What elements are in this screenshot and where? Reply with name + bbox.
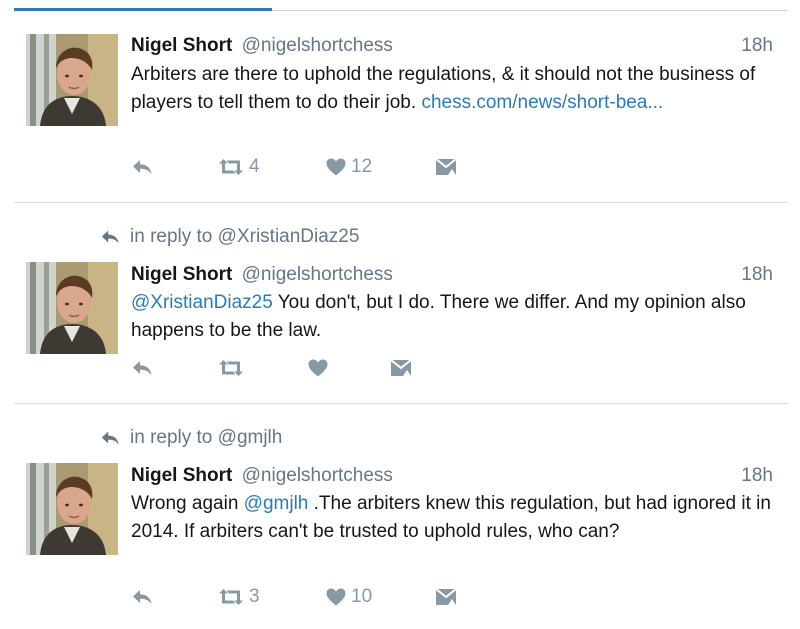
retweet-count: 3 [249, 586, 260, 607]
envelope-icon [435, 588, 457, 606]
retweet-button[interactable]: 3 [218, 584, 260, 610]
user-handle[interactable]: @nigelshortchess [242, 35, 393, 56]
retweet-icon [218, 588, 244, 606]
reply-arrow-icon [131, 158, 153, 176]
retweet-button[interactable] [218, 355, 249, 381]
mention-link[interactable]: @XristianDiaz25 [131, 292, 273, 313]
envelope-icon [390, 359, 412, 377]
tweet-1[interactable]: Nigel Short @nigelshortchess 18h Arbiter… [0, 0, 800, 202]
reply-context[interactable]: in reply to @XristianDiaz25 [100, 224, 359, 250]
envelope-icon [435, 158, 457, 176]
like-count: 10 [351, 586, 373, 607]
tweet-3[interactable]: in reply to @gmjlh Nigel Short @nigelsho… [0, 404, 800, 629]
like-count: 12 [351, 156, 373, 177]
tweet-link[interactable]: chess.com/news/short-bea... [421, 92, 663, 113]
heart-icon [308, 359, 328, 377]
tweet-header: Nigel Short @nigelshortchess 18h [131, 463, 781, 489]
reply-arrow-icon [100, 228, 120, 246]
mention-link[interactable]: @gmjlh [244, 493, 309, 514]
retweet-icon [218, 359, 244, 377]
like-button[interactable] [308, 355, 333, 381]
retweet-icon [218, 158, 244, 176]
tweet-text-before: Wrong again [131, 493, 244, 514]
timestamp[interactable]: 18h [741, 33, 773, 59]
reply-context-text: in reply to @gmjlh [130, 427, 283, 448]
tweet-header: Nigel Short @nigelshortchess 18h [131, 262, 781, 288]
reply-context[interactable]: in reply to @gmjlh [100, 425, 282, 451]
reply-context-text: in reply to @XristianDiaz25 [130, 226, 360, 247]
reply-button[interactable] [131, 154, 153, 180]
reply-button[interactable] [131, 584, 153, 610]
tweet-text: Arbiters are there to uphold the regulat… [131, 61, 781, 117]
avatar[interactable] [26, 34, 118, 126]
user-handle[interactable]: @nigelshortchess [242, 465, 393, 486]
tweet-text: @XristianDiaz25 You don't, but I do. The… [131, 289, 781, 345]
tweet-header: Nigel Short @nigelshortchess 18h [131, 33, 781, 59]
direct-message-button[interactable] [435, 154, 457, 180]
direct-message-button[interactable] [390, 355, 412, 381]
display-name[interactable]: Nigel Short [131, 35, 232, 56]
tweet-actions: 4 12 [131, 154, 531, 180]
reply-arrow-icon [131, 359, 153, 377]
reply-arrow-icon [100, 429, 120, 447]
reply-arrow-icon [131, 588, 153, 606]
display-name[interactable]: Nigel Short [131, 465, 232, 486]
retweet-button[interactable]: 4 [218, 154, 260, 180]
direct-message-button[interactable] [435, 584, 457, 610]
tweet-2[interactable]: in reply to @XristianDiaz25 Nigel Short … [0, 203, 800, 403]
timestamp[interactable]: 18h [741, 262, 773, 288]
heart-icon [326, 158, 346, 176]
display-name[interactable]: Nigel Short [131, 264, 232, 285]
like-button[interactable]: 10 [326, 584, 372, 610]
tweet-actions [131, 355, 531, 381]
retweet-count: 4 [249, 156, 260, 177]
avatar[interactable] [26, 262, 118, 354]
tweet-actions: 3 10 [131, 584, 531, 610]
avatar[interactable] [26, 463, 118, 555]
user-handle[interactable]: @nigelshortchess [242, 264, 393, 285]
timestamp[interactable]: 18h [741, 463, 773, 489]
heart-icon [326, 588, 346, 606]
tweet-text: Wrong again @gmjlh .The arbiters knew th… [131, 490, 781, 546]
like-button[interactable]: 12 [326, 154, 372, 180]
reply-button[interactable] [131, 355, 153, 381]
